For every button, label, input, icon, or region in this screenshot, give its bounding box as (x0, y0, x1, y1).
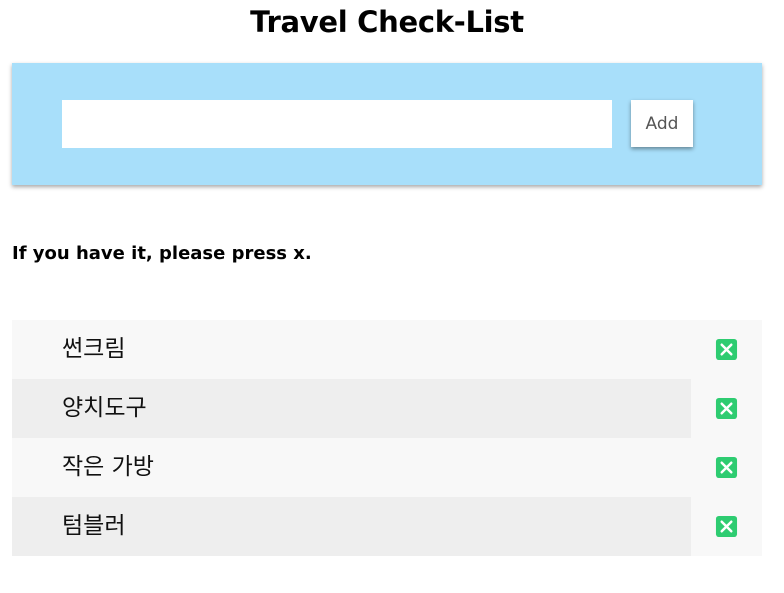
list-item: 썬크림 (12, 320, 762, 379)
close-square-icon[interactable] (715, 397, 738, 420)
list-item: 작은 가방 (12, 438, 762, 497)
item-label: 양치도구 (62, 395, 147, 421)
check-list: 썬크림 양치도구 작은 가방 텀블러 (12, 320, 762, 556)
close-square-icon[interactable] (715, 456, 738, 479)
remove-button[interactable] (691, 438, 762, 497)
list-item: 텀블러 (12, 497, 762, 556)
item-label: 썬크림 (62, 336, 126, 362)
remove-button[interactable] (691, 320, 762, 379)
input-panel: Add (12, 63, 762, 185)
item-label: 텀블러 (62, 513, 126, 539)
page-title: Travel Check-List (250, 5, 524, 39)
item-label: 작은 가방 (62, 454, 154, 480)
close-square-icon[interactable] (715, 338, 738, 361)
remove-button[interactable] (691, 497, 762, 556)
item-input[interactable] (62, 100, 612, 148)
remove-button[interactable] (691, 379, 762, 438)
list-item: 양치도구 (12, 379, 762, 438)
instructions-text: If you have it, please press x. (12, 243, 312, 264)
close-square-icon[interactable] (715, 515, 738, 538)
add-button[interactable]: Add (631, 100, 693, 147)
